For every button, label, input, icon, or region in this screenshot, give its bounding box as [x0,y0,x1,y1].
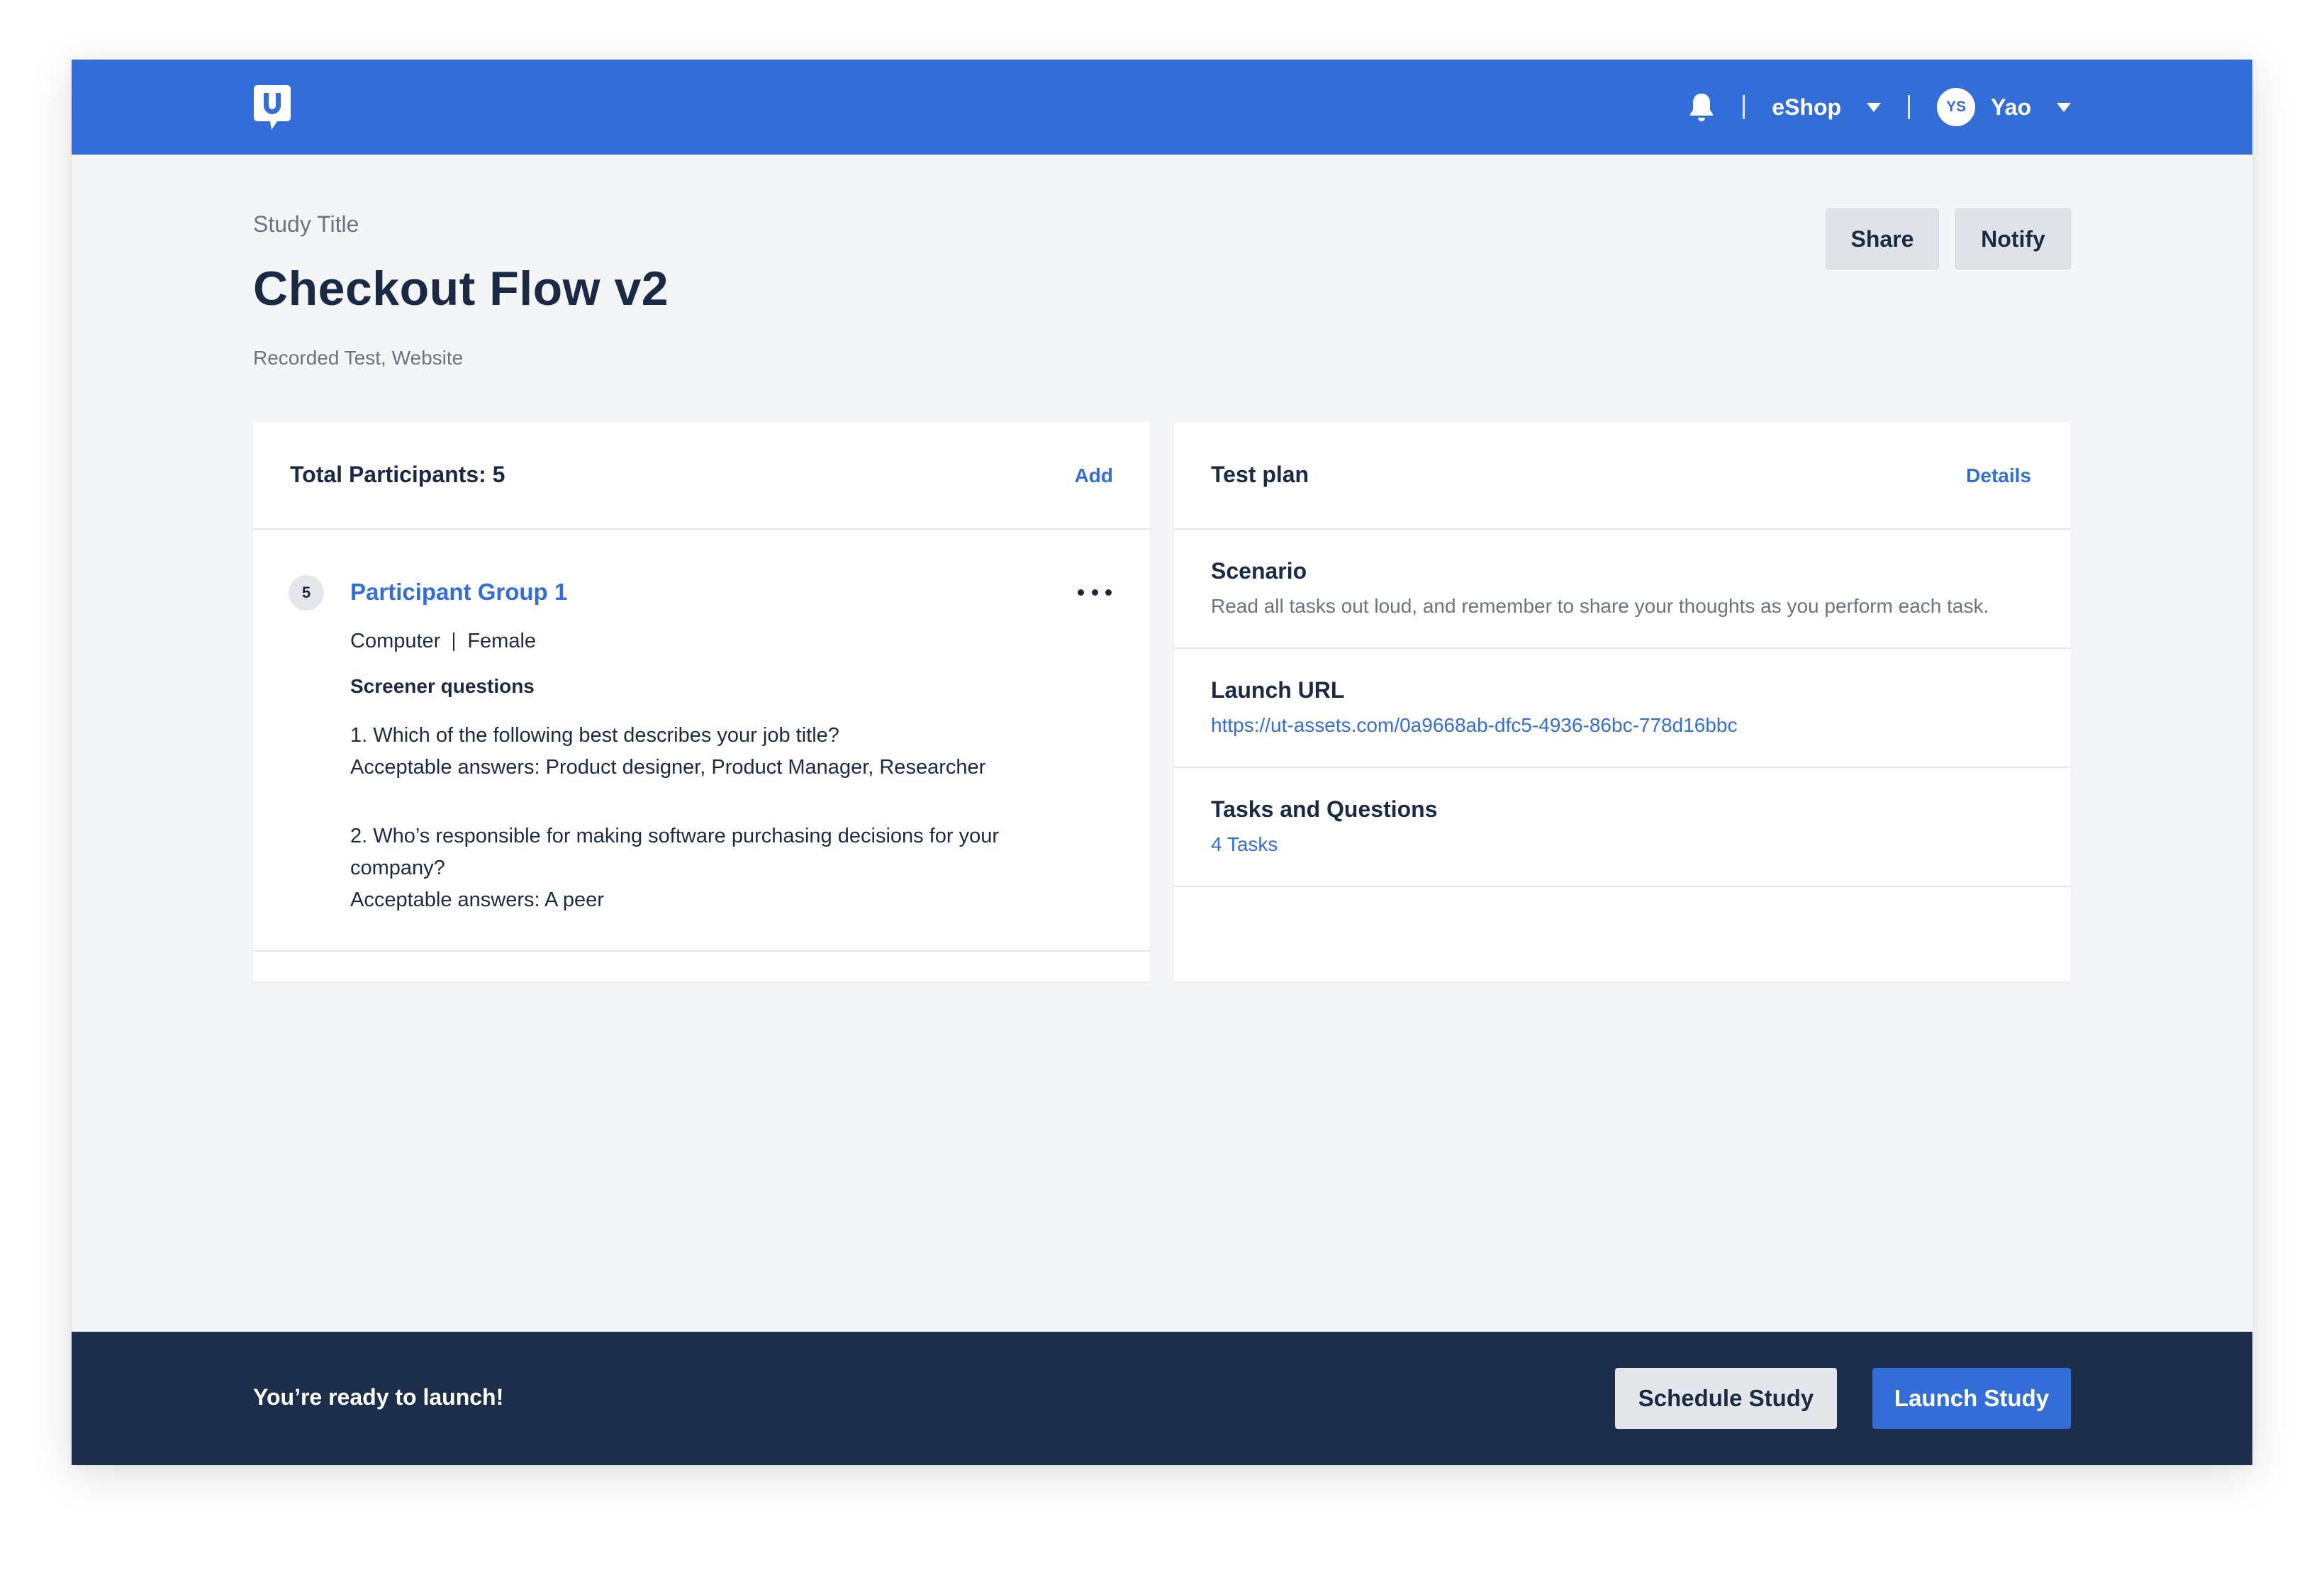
tasks-count-link[interactable]: 4 Tasks [1211,833,1278,856]
attribute-divider [453,632,455,651]
test-plan-card-header: Test plan Details [1174,422,2071,530]
usertesting-logo-icon[interactable] [253,84,291,132]
share-button[interactable]: Share [1826,208,1939,269]
chevron-down-icon [2057,102,2071,112]
page-title: Checkout Flow v2 [253,262,669,316]
header-actions: eShop YS Yao [1687,60,2071,155]
user-name: Yao [1991,94,2031,120]
more-options-icon[interactable] [1073,578,1116,606]
top-navigation-bar: eShop YS Yao [72,60,2252,155]
test-plan-card: Test plan Details Scenario Read all task… [1174,422,2071,981]
gender-attribute: Female [467,630,537,652]
notify-button[interactable]: Notify [1955,208,2071,269]
schedule-study-button[interactable]: Schedule Study [1615,1368,1837,1429]
study-type: Recorded Test, Website [253,347,464,369]
acceptable-answers: Acceptable answers: A peer [350,889,604,911]
device-attribute: Computer [350,630,441,652]
participants-card: Total Participants: 5 Add 5 Participant … [253,422,1150,981]
total-participants-title: Total Participants: 5 [290,462,505,487]
test-plan-title: Test plan [1211,462,1309,487]
header-divider [1743,95,1745,119]
test-plan-details-link[interactable]: Details [1966,464,2031,487]
participants-card-header: Total Participants: 5 Add [253,422,1150,530]
group-attributes: Computer Female [350,630,536,653]
question-text: 2. Who’s responsible for making software… [350,825,1000,879]
question-text: 1. Which of the following best describes… [350,724,839,747]
ready-to-launch-message: You’re ready to launch! [253,1384,504,1410]
screener-questions-title: Screener questions [350,675,535,697]
scenario-title: Scenario [1211,558,1307,584]
launch-footer-bar: You’re ready to launch! Schedule Study L… [72,1332,2252,1465]
avatar: YS [1937,88,1976,126]
divider [253,950,1150,952]
launch-url-section: Launch URL https://ut-assets.com/0a9668a… [1174,649,2071,768]
launch-study-button[interactable]: Launch Study [1872,1368,2071,1429]
launch-url-title: Launch URL [1211,677,1345,703]
study-title-label: Study Title [253,211,359,237]
add-participants-link[interactable]: Add [1075,464,1113,487]
participant-count-badge: 5 [289,575,324,611]
acceptable-answers: Acceptable answers: Product designer, Pr… [350,756,986,779]
screener-question: 1. Which of the following best describes… [350,720,1059,784]
header-divider [1908,95,1911,119]
workspace-dropdown[interactable]: eShop [1772,94,1882,121]
screener-question: 2. Who’s responsible for making software… [350,820,1059,916]
scenario-section: Scenario Read all tasks out loud, and re… [1174,530,2071,649]
user-menu-dropdown[interactable]: YS Yao [1937,88,2071,126]
app-window: eShop YS Yao Study Title Checkout Flow v… [72,60,2252,1465]
workspace-label: eShop [1772,94,1842,120]
participant-group-link[interactable]: Participant Group 1 [350,579,567,606]
tasks-title: Tasks and Questions [1211,796,1438,822]
launch-url-link[interactable]: https://ut-assets.com/0a9668ab-dfc5-4936… [1211,714,1737,737]
scenario-text: Read all tasks out loud, and remember to… [1211,595,1989,617]
bell-icon[interactable] [1687,91,1716,123]
tasks-section: Tasks and Questions 4 Tasks [1174,768,2071,887]
chevron-down-icon [1867,102,1882,112]
